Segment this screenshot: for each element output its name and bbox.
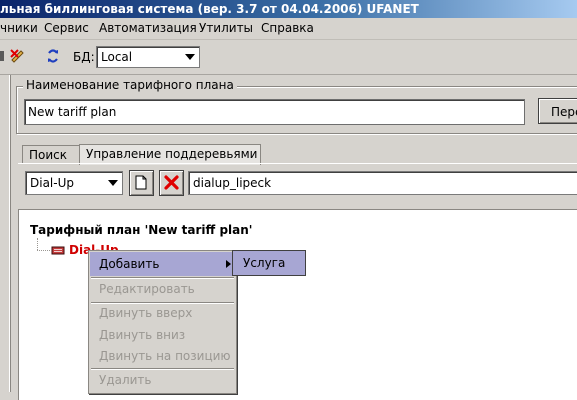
subtree-name-value: dialup_lipeck: [193, 176, 272, 190]
menu-item-add[interactable]: Добавить: [90, 252, 235, 276]
rename-button[interactable]: Пере: [538, 98, 577, 124]
chevron-down-icon[interactable]: [105, 173, 121, 193]
db-select-value: Local: [101, 50, 133, 64]
chevron-down-icon[interactable]: [182, 48, 198, 66]
window-title: льная биллинговая система (вер. 3.7 от 0…: [0, 2, 419, 16]
menu-item-add-label: Добавить: [99, 257, 160, 271]
add-submenu: Услуга: [232, 250, 306, 276]
tab-search-label: Поиск: [29, 148, 68, 162]
tree-connector-vertical: [37, 238, 38, 250]
menu-bar: чники Сервис Автоматизация Утилиты Справ…: [0, 18, 577, 40]
menu-item-edit-label: Редактировать: [99, 282, 195, 296]
toolbar-tool-icon[interactable]: [0, 49, 5, 63]
menu-item-move-up: Двинуть вверх: [90, 301, 235, 325]
refresh-icon[interactable]: [45, 48, 61, 64]
menu-item-move-to-position: Двинуть на позицию: [90, 344, 235, 368]
menu-item-move-down-label: Двинуть вниз: [99, 328, 186, 342]
new-item-button[interactable]: [129, 170, 154, 196]
menu-item-help[interactable]: Справка: [261, 18, 314, 39]
menu-item-move-to-position-label: Двинуть на позицию: [99, 349, 231, 363]
menu-item-move-up-label: Двинуть вверх: [99, 306, 193, 320]
left-panel-edge: [0, 75, 10, 392]
menu-item-edit: Редактировать: [90, 277, 235, 301]
tab-subtree-management[interactable]: Управление поддеревьями: [79, 144, 261, 165]
tree-root-node[interactable]: Тарифный план 'New tariff plan': [30, 223, 252, 237]
menu-item-service[interactable]: Сервис: [44, 18, 89, 39]
toolbar: БД: Local: [0, 40, 577, 75]
dialup-node-icon: [51, 244, 65, 256]
tariff-name-field[interactable]: New tariff plan: [24, 99, 525, 125]
tariff-name-legend: Наименование тарифного плана: [23, 78, 237, 92]
menu-item-delete-label: Удалить: [99, 373, 152, 387]
submenu-arrow-icon: [226, 260, 231, 268]
subtree-name-field[interactable]: dialup_lipeck: [188, 171, 577, 195]
window-title-bar: льная биллинговая система (вер. 3.7 от 0…: [0, 0, 577, 18]
menu-item-spravochniki[interactable]: чники: [0, 18, 38, 39]
submenu-item-service[interactable]: Услуга: [243, 251, 285, 275]
tree-connector-horizontal: [37, 250, 50, 251]
tariff-name-value: New tariff plan: [28, 105, 117, 119]
subtree-type-value: Dial-Up: [30, 176, 74, 190]
tab-subtree-label: Управление поддеревьями: [86, 147, 258, 161]
menu-item-delete: Удалить: [90, 368, 235, 392]
rename-button-label: Пере: [551, 105, 577, 119]
subtree-type-select[interactable]: Dial-Up: [25, 171, 123, 195]
delete-x-icon: [164, 175, 179, 190]
delete-item-button[interactable]: [159, 170, 184, 196]
tab-search[interactable]: Поиск: [22, 145, 82, 164]
context-menu: Добавить Редактировать Двинуть вверх Дви…: [88, 250, 237, 394]
edit-cancel-icon[interactable]: [9, 47, 27, 65]
menu-item-automation[interactable]: Автоматизация: [99, 18, 197, 39]
db-select[interactable]: Local: [96, 46, 200, 68]
new-document-icon: [135, 175, 147, 190]
db-label: БД:: [73, 50, 95, 64]
menu-item-utilities[interactable]: Утилиты: [199, 18, 253, 39]
